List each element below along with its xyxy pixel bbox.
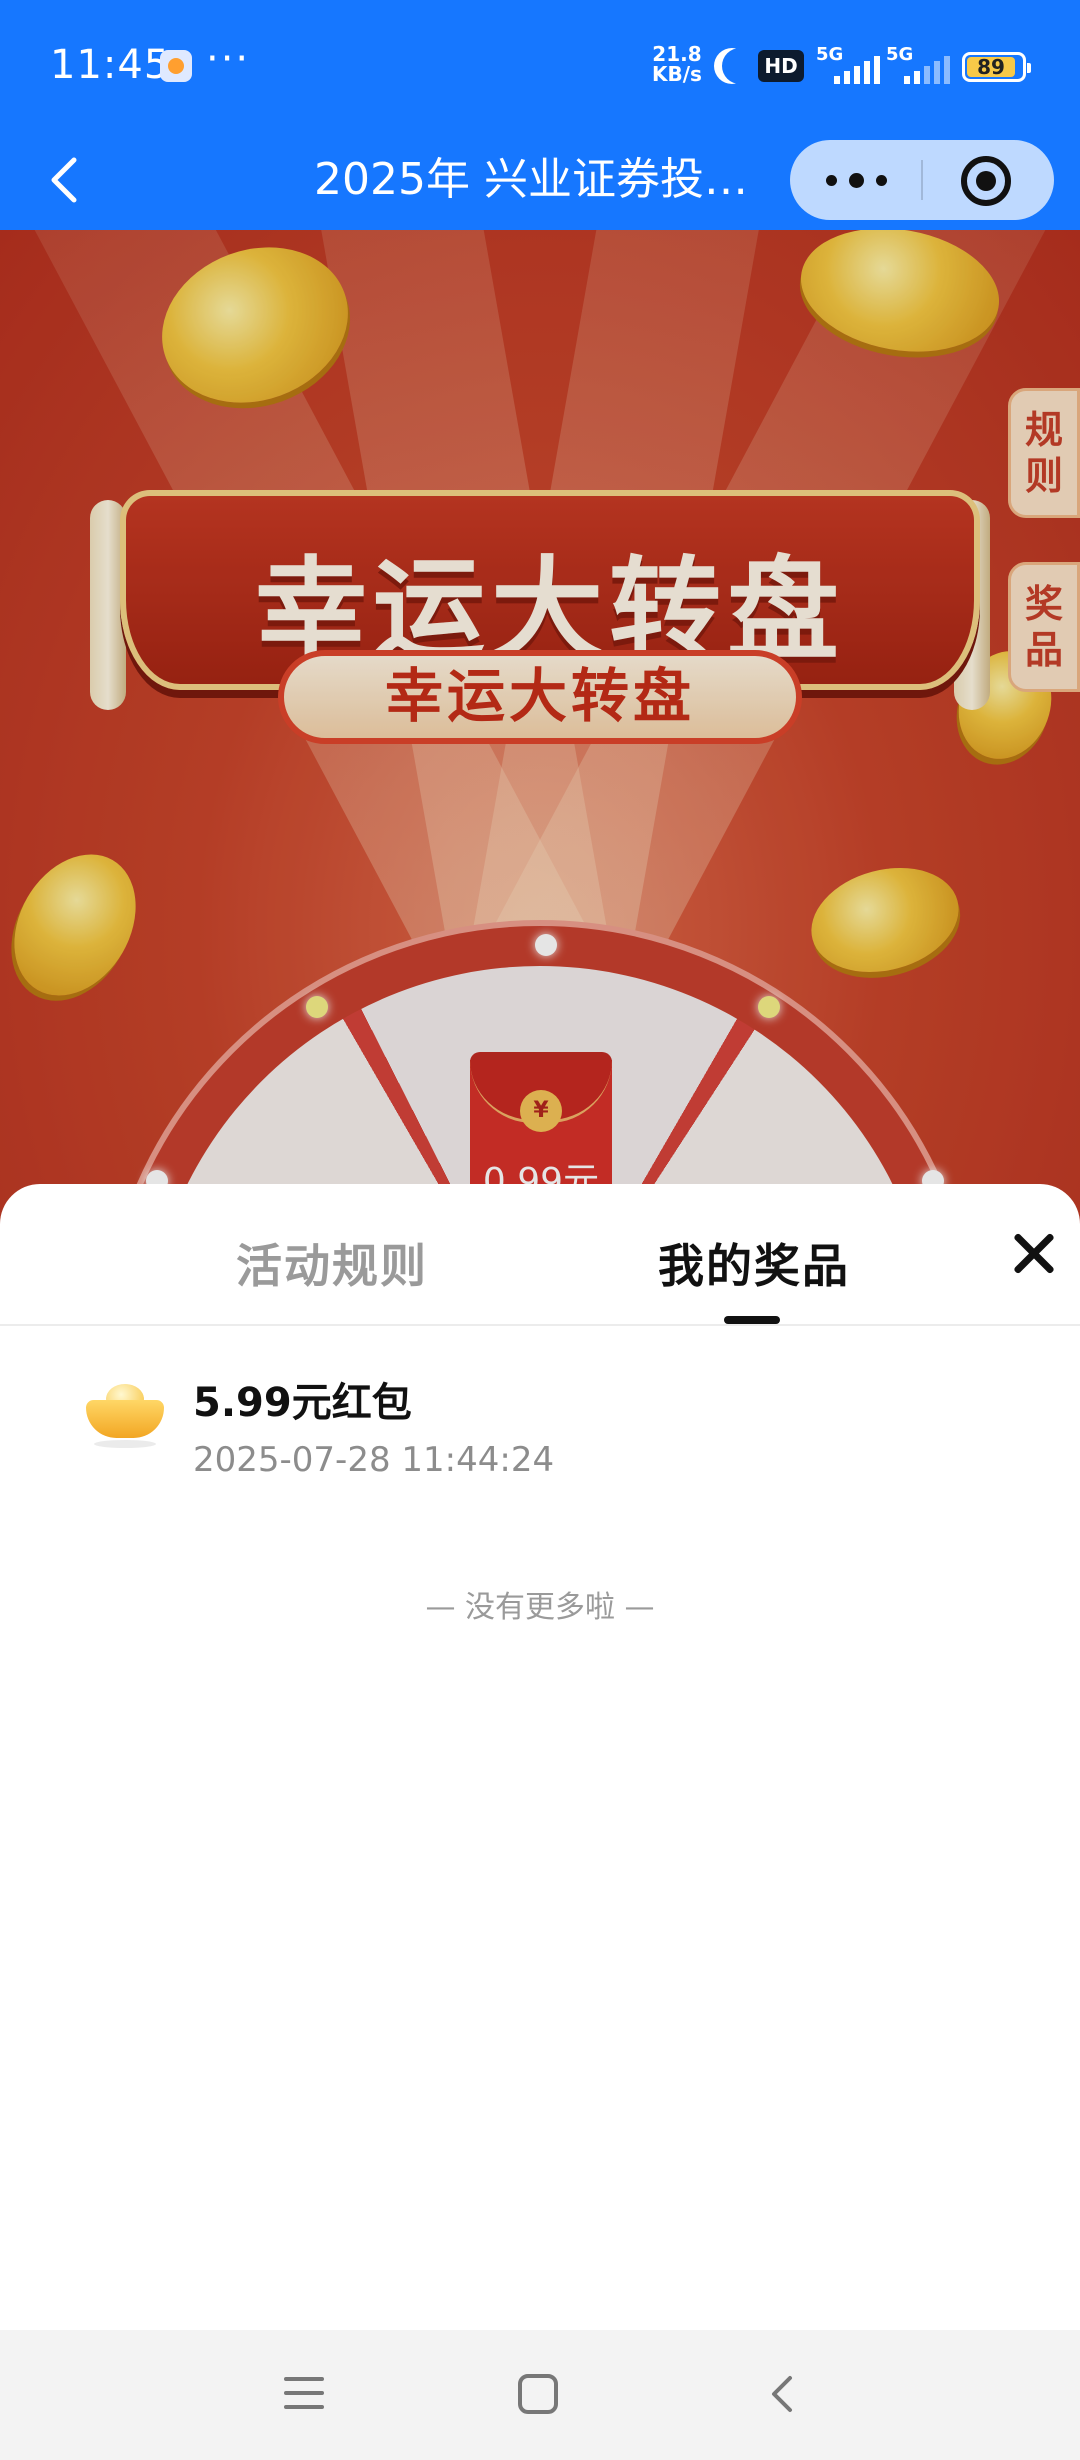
no-more-hint: — 没有更多啦 — [425,1590,655,1625]
mini-program-capsule [790,140,1054,220]
system-back-icon[interactable] [760,2370,808,2418]
battery-icon: 89 [962,52,1031,82]
hd-voice-icon: HD [758,50,804,82]
gold-ingot-icon [86,1380,164,1448]
sheet-tabs: 活动规则 我的奖品 [0,1184,1080,1326]
more-options-button[interactable] [790,140,922,220]
notification-app-icon [160,50,192,82]
tab-my-prizes[interactable]: 我的奖品 [658,1230,850,1296]
do-not-disturb-icon [722,48,758,84]
more-notifications-icon: ··· [206,36,251,82]
nav-bar: 2025年 兴业证券投… [0,130,1080,230]
status-bar: 11:45 ··· 21.8 KB/s HD 5G 5G 89 [0,0,1080,130]
signal-icon-sim1: 5G [816,44,888,84]
prize-list-item: 5.99元红包 2025-07-28 11:44:24 [0,1326,1080,1496]
tab-activity-rules[interactable]: 活动规则 [236,1230,428,1296]
signal-icon-sim2: 5G [886,44,958,84]
network-speed-value: 21.8 [652,42,702,66]
prize-time: 2025-07-28 11:44:24 [193,1440,555,1480]
battery-level: 89 [967,57,1016,78]
page-title: 2025年 兴业证券投… [314,154,748,205]
close-mini-program-button[interactable] [961,156,1011,206]
prize-name: 5.99元红包 [193,1380,412,1426]
menu-icon[interactable] [280,2370,328,2418]
capsule-divider [921,160,923,200]
prize-sheet: 活动规则 我的奖品 5.99元红包 2025-07-28 11:44:24 — … [0,1184,1080,2330]
close-icon[interactable] [1010,1230,1058,1278]
active-tab-indicator [724,1316,780,1324]
system-nav-bar [0,2330,1080,2460]
modal-overlay[interactable] [0,230,1080,1230]
network-speed: 21.8 KB/s [652,44,702,84]
status-time: 11:45 [50,42,171,88]
back-arrow-icon[interactable] [38,152,94,208]
network-speed-unit: KB/s [652,62,702,86]
home-icon[interactable] [518,2374,558,2414]
